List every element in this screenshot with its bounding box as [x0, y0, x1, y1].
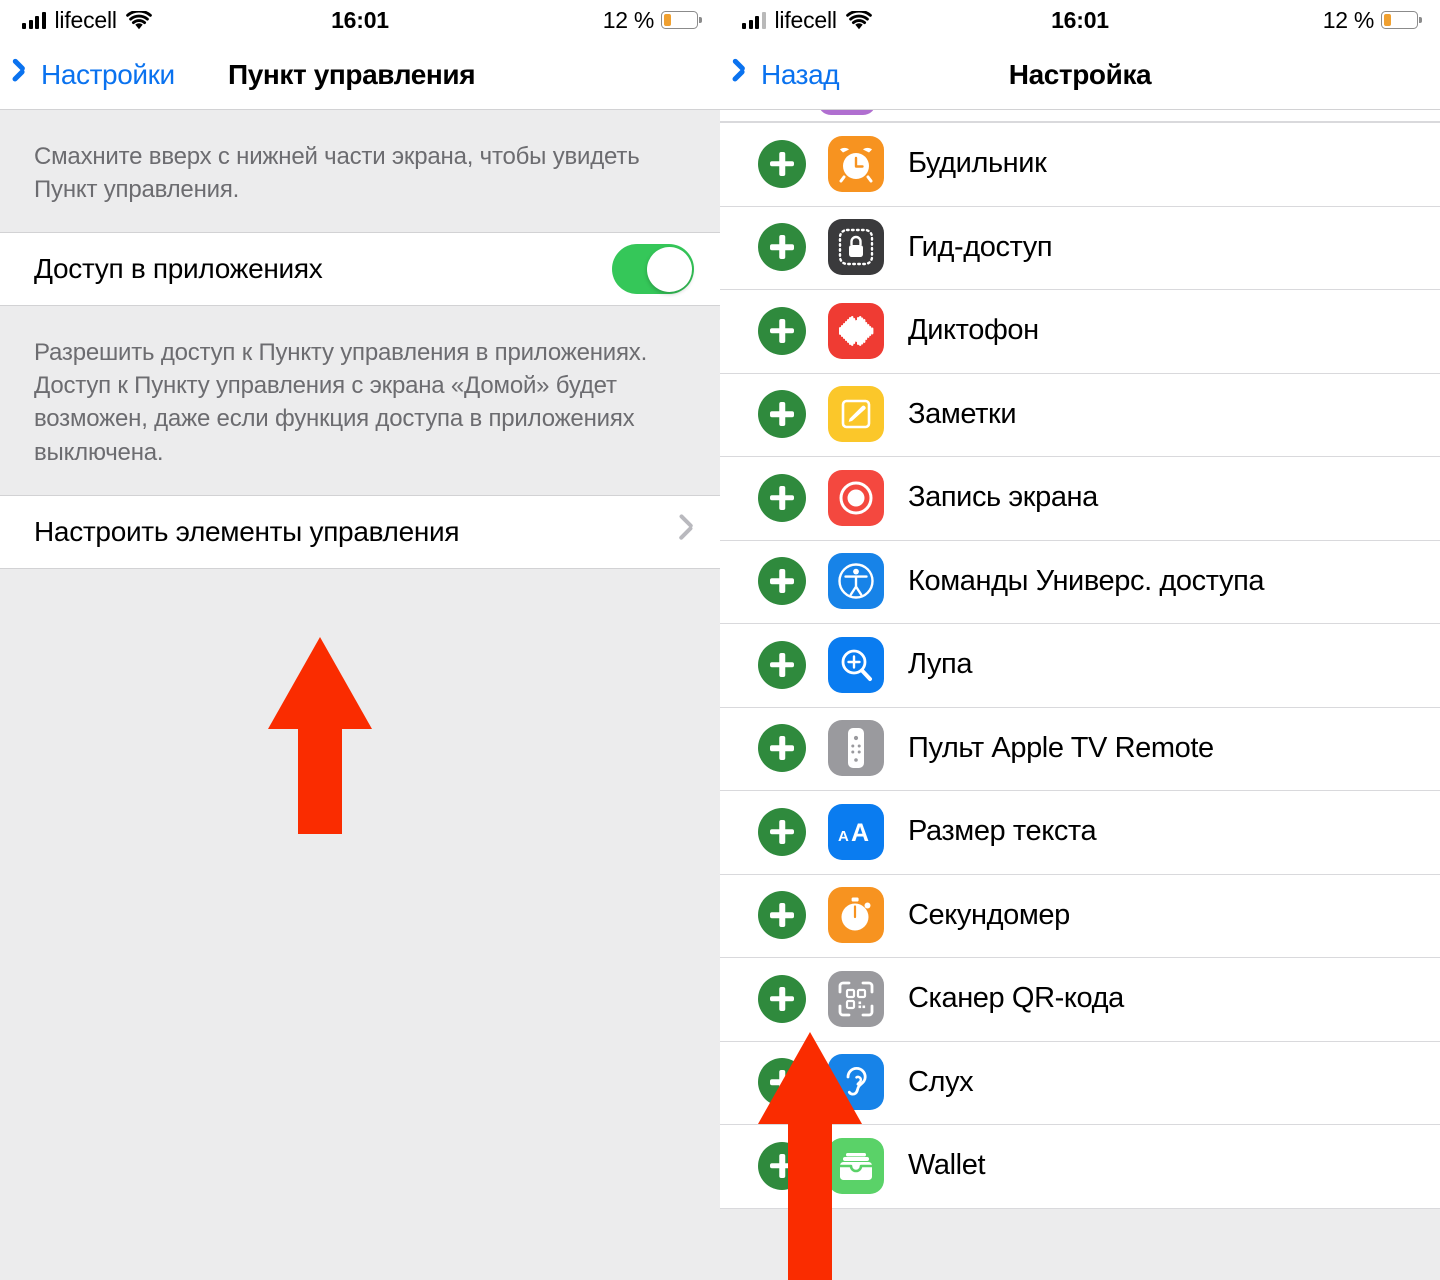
plus-circle-icon[interactable]	[758, 223, 806, 272]
magnifier-icon	[828, 636, 884, 693]
list-item-label: Размер текста	[908, 815, 1097, 848]
right-phone-screen: lifecell 16:01 12 % Назад Настройка Буди…	[720, 0, 1440, 1280]
dual-screenshot-container: lifecell 16:01 12 % Настройки Пункт упра…	[0, 0, 1440, 1280]
svg-text:A: A	[838, 828, 849, 845]
row-label: Доступ в приложениях	[34, 253, 323, 285]
plus-circle-icon[interactable]	[758, 640, 806, 689]
nav-bar-right: Назад Настройка	[720, 40, 1440, 110]
chevron-left-icon	[22, 62, 37, 88]
plus-circle-icon[interactable]	[758, 557, 806, 606]
toggle-knob	[646, 246, 692, 292]
chevron-right-icon	[678, 518, 694, 546]
list-item-label: Слух	[908, 1065, 974, 1098]
chevron-left-icon	[742, 62, 757, 88]
guided-access-lock-icon	[828, 219, 884, 276]
plus-circle-icon[interactable]	[758, 891, 806, 940]
footnote-top: Смахните вверх с нижней части экрана, чт…	[34, 143, 640, 204]
list-item[interactable]: Будильник	[720, 122, 1440, 206]
battery-percent-label: 12 %	[602, 6, 655, 33]
qr-scanner-icon	[828, 970, 884, 1027]
list-item[interactable]: Пульт Apple TV Remote	[720, 706, 1440, 790]
list-item-label: Запись экрана	[908, 481, 1098, 514]
list-item[interactable]: Лупа	[720, 623, 1440, 707]
list-item[interactable]: A A Размер текста	[720, 790, 1440, 874]
row-access-within-apps[interactable]: Доступ в приложениях	[0, 232, 720, 307]
plus-circle-icon[interactable]	[758, 807, 806, 856]
back-button[interactable]: Назад	[742, 58, 840, 91]
footnote-bottom: Разрешить доступ к Пункту управления в п…	[34, 339, 648, 466]
plus-circle-icon[interactable]	[758, 974, 806, 1023]
list-item[interactable]: Секундомер	[720, 873, 1440, 957]
list-item[interactable]: Гид-доступ	[720, 205, 1440, 289]
screen-record-icon	[828, 469, 884, 526]
red-arrow-up	[268, 637, 372, 834]
list-item-label: Заметки	[908, 397, 1017, 430]
back-button-label: Назад	[761, 58, 840, 90]
accessibility-icon	[828, 553, 884, 610]
list-item-label: Секундомер	[908, 898, 1070, 931]
tv-remote-icon	[828, 720, 884, 777]
row-customize-controls[interactable]: Настроить элементы управления	[0, 494, 720, 569]
more-controls-list[interactable]: Будильник Гид-доступ Диктофон Заметки За…	[720, 110, 1440, 1280]
list-item-label: Гид-доступ	[908, 230, 1053, 263]
back-button-settings[interactable]: Настройки	[22, 59, 175, 91]
red-arrow-up	[758, 1032, 862, 1280]
status-bar-left: lifecell 16:01 12 %	[0, 0, 720, 40]
status-bar-right: lifecell 16:01 12 %	[720, 0, 1440, 40]
plus-circle-icon[interactable]	[758, 306, 806, 355]
plus-circle-icon[interactable]	[758, 390, 806, 439]
list-item[interactable]: Команды Универс. доступа	[720, 539, 1440, 623]
access-within-apps-toggle[interactable]	[612, 244, 694, 295]
status-bar-right-group: 12 %	[602, 6, 702, 34]
notes-pencil-icon	[828, 386, 884, 443]
plus-circle-icon[interactable]	[758, 139, 806, 188]
left-phone-screen: lifecell 16:01 12 % Настройки Пункт упра…	[0, 0, 720, 1280]
plus-circle-icon[interactable]	[758, 473, 806, 522]
row-label: Настроить элементы управления	[34, 515, 460, 547]
status-bar-right-group: 12 %	[1322, 6, 1422, 34]
battery-low-icon	[661, 11, 702, 29]
list-item-label: Wallet	[908, 1149, 986, 1182]
list-item-label: Лупа	[908, 648, 973, 681]
list-item-label: Диктофон	[908, 314, 1039, 347]
left-screen-body: Смахните вверх с нижней части экрана, чт…	[0, 110, 720, 1280]
list-item[interactable]: Запись экрана	[720, 456, 1440, 540]
list-item-label: Будильник	[908, 147, 1047, 180]
list-item[interactable]: Заметки	[720, 372, 1440, 456]
list-item[interactable]: Сканер QR-кода	[720, 957, 1440, 1041]
stopwatch-icon	[828, 887, 884, 944]
alarm-clock-icon	[828, 135, 884, 192]
list-item-label: Сканер QR-кода	[908, 982, 1124, 1015]
voice-memos-waveform-icon	[828, 302, 884, 359]
battery-low-icon	[1381, 11, 1422, 29]
svg-text:A: A	[851, 819, 869, 847]
list-item-label: Команды Универс. доступа	[908, 564, 1265, 597]
battery-percent-label: 12 %	[1322, 6, 1375, 33]
text-size-icon: A A	[828, 803, 884, 860]
back-button-label: Настройки	[41, 58, 175, 90]
partial-purple-icon	[818, 110, 876, 115]
partial-list-item	[720, 110, 1440, 122]
nav-bar-left: Настройки Пункт управления	[0, 40, 720, 110]
list-item[interactable]: Диктофон	[720, 289, 1440, 373]
plus-circle-icon[interactable]	[758, 724, 806, 773]
list-item-label: Пульт Apple TV Remote	[908, 731, 1214, 764]
